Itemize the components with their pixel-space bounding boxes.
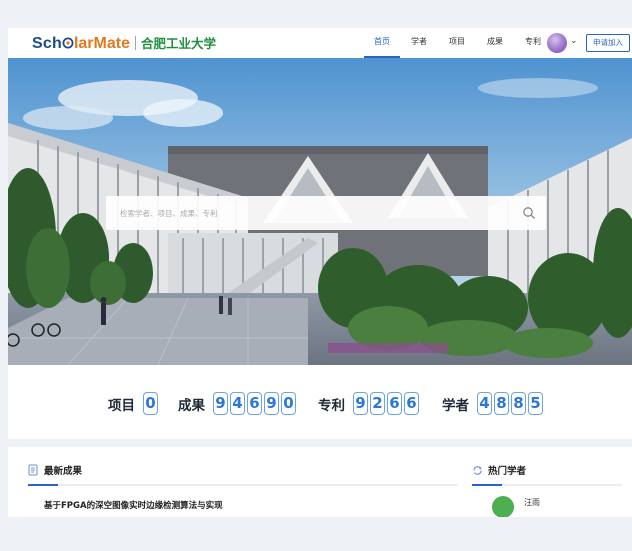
search-icon[interactable]: [522, 206, 536, 220]
latest-results-title: 最新成果: [44, 466, 83, 477]
panel-header: 最新成果: [28, 461, 458, 479]
scholar-name: 汪雨: [524, 497, 540, 507]
stat-digit: 0: [281, 392, 296, 415]
latest-results-panel: 最新成果 基于FPGA的深空图像实时边缘检测算法与实现: [28, 461, 458, 511]
nav-projects[interactable]: 项目: [438, 28, 476, 58]
stat-digit: 9: [264, 392, 279, 415]
stat-digit: 6: [404, 392, 419, 415]
nav-results[interactable]: 成果: [476, 28, 514, 58]
panel-underline: [28, 484, 458, 486]
header-bar: Sch larMate 合肥工业大学 首页 学者 项目 成果 专利 ⌄ 申请加入: [8, 28, 632, 58]
nav-home[interactable]: 首页: [364, 28, 400, 58]
stat-label: 项目: [108, 397, 135, 414]
scholarmate-logo[interactable]: Sch larMate 合肥工业大学: [32, 33, 216, 53]
stat-label: 专利: [318, 397, 345, 414]
result-item[interactable]: 基于FPGA的深空图像实时边缘检测算法与实现: [44, 499, 458, 511]
page-bottom: [0, 517, 632, 551]
stat-digit: 6: [247, 392, 262, 415]
stat-patents[interactable]: 专利 9 2 6 6: [318, 392, 421, 415]
chevron-down-icon[interactable]: ⌄: [570, 36, 578, 46]
stat-digit: 9: [353, 392, 368, 415]
nav-scholars[interactable]: 学者: [400, 28, 438, 58]
logo-separator: [134, 36, 136, 50]
apply-join-button[interactable]: 申请加入: [586, 34, 630, 52]
stat-digit: 5: [528, 392, 543, 415]
logo-text-mate: larMate: [73, 35, 130, 52]
stat-digit: 8: [511, 392, 526, 415]
logo-o-icon: [62, 37, 74, 49]
search-bar: [106, 196, 546, 230]
stat-digit: 6: [387, 392, 402, 415]
hot-scholars-title: 热门学者: [488, 466, 527, 477]
stat-digit: 4: [477, 392, 492, 415]
stat-label: 学者: [442, 397, 469, 414]
section-divider: [8, 439, 632, 447]
stat-digit: 8: [494, 392, 509, 415]
scholar-avatar: [492, 496, 514, 518]
document-icon: [28, 464, 38, 476]
main-nav: 首页 学者 项目 成果 专利: [364, 28, 552, 58]
stat-digit: 9: [213, 392, 228, 415]
stat-digit: 4: [230, 392, 245, 415]
refresh-icon: [473, 465, 482, 475]
content-area: 最新成果 基于FPGA的深空图像实时边缘检测算法与实现 热门学者 汪雨: [8, 447, 632, 518]
panel-underline: [472, 484, 622, 486]
panel-header: 热门学者: [472, 461, 622, 479]
scholar-item[interactable]: 汪雨: [492, 496, 622, 518]
stat-digit: 2: [370, 392, 385, 415]
search-input[interactable]: [106, 196, 522, 230]
stats-bar: 项目 0 成果 9 4 6 9 0 专利 9 2 6 6 学者 4 8 8 5: [8, 365, 632, 439]
hero-banner: [8, 58, 632, 365]
stat-projects[interactable]: 项目 0: [108, 392, 160, 415]
school-name: 合肥工业大学: [140, 36, 216, 51]
logo-text-scholar: Sch: [32, 35, 74, 53]
hot-scholars-panel: 热门学者 汪雨: [472, 461, 622, 518]
stat-results[interactable]: 成果 9 4 6 9 0: [178, 392, 298, 415]
stat-label: 成果: [178, 397, 205, 414]
stat-scholars[interactable]: 学者 4 8 8 5: [442, 392, 545, 415]
user-avatar[interactable]: [547, 33, 567, 53]
stat-digit: 0: [143, 392, 158, 415]
